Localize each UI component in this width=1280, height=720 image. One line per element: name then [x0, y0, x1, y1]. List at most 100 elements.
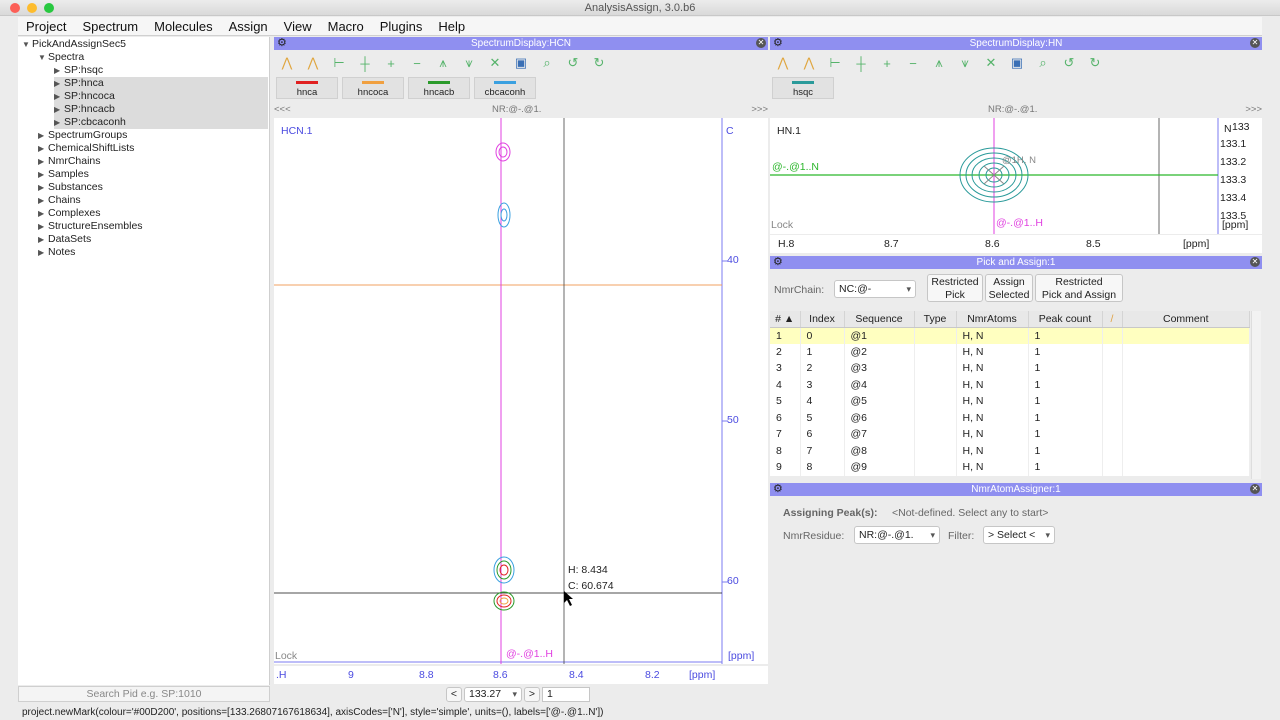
column-header[interactable]: / — [1102, 311, 1123, 328]
collapsed-arrow-icon[interactable]: ▶ — [54, 77, 64, 90]
collapsed-arrow-icon[interactable]: ▶ — [38, 207, 48, 220]
save-icon[interactable]: ▣ — [1004, 55, 1030, 71]
nav-right-arrow[interactable]: >>> — [1245, 104, 1262, 115]
collapsed-arrow-icon[interactable]: ▶ — [38, 181, 48, 194]
nav-left-arrow[interactable]: <<< — [274, 104, 291, 115]
table-row[interactable]: 9 8 @9 H, N1 — [770, 459, 1250, 476]
collapsed-arrow-icon[interactable]: ▶ — [38, 194, 48, 207]
tree-chains[interactable]: ▶ Chains — [38, 194, 81, 207]
collapsed-arrow-icon[interactable]: ▶ — [38, 233, 48, 246]
contour-down-icon[interactable]: ⩛ — [952, 55, 978, 71]
assign-selected-button[interactable]: Assign Selected — [985, 274, 1033, 302]
collapsed-arrow-icon[interactable]: ▶ — [38, 155, 48, 168]
tree-chemicalshiftlists[interactable]: ▶ ChemicalShiftLists — [38, 142, 134, 155]
tree-notes[interactable]: ▶ Notes — [38, 246, 75, 259]
tree-item-sp-hncoca[interactable]: ▶ SP:hncoca — [54, 90, 268, 103]
menu-assign[interactable]: Assign — [221, 19, 276, 34]
table-row[interactable]: 1 0 @1 H, N1 — [770, 327, 1250, 344]
tree-structureensembles[interactable]: ▶ StructureEnsembles — [38, 220, 143, 233]
minus-icon[interactable]: − — [404, 56, 430, 71]
column-header[interactable]: Peak count — [1028, 311, 1103, 328]
nav-right-arrow[interactable]: >>> — [751, 104, 768, 115]
plus-icon[interactable]: + — [378, 56, 404, 71]
left-spectrum-plot[interactable]: HCN.1 C 40 50 60 H: 8.434 C: 60.674 Lock… — [274, 118, 768, 664]
column-header[interactable]: Index — [800, 311, 845, 328]
gear-icon[interactable]: ⚙ — [773, 256, 783, 269]
plane-position-input[interactable]: 133.27 — [464, 687, 522, 702]
save-icon[interactable]: ▣ — [508, 55, 534, 71]
expanded-arrow-icon[interactable]: ▼ — [22, 38, 32, 51]
table-row[interactable]: 4 3 @4 H, N1 — [770, 376, 1250, 393]
collapsed-arrow-icon[interactable]: ▶ — [38, 168, 48, 181]
contour-up-icon[interactable]: ⩚ — [926, 55, 952, 71]
redo-icon[interactable]: ↻ — [1082, 55, 1108, 71]
table-row[interactable]: 8 7 @8 H, N1 — [770, 442, 1250, 459]
table-row[interactable]: 2 1 @2 H, N1 — [770, 343, 1250, 360]
zoom-fit-icon[interactable]: ✕ — [482, 55, 508, 71]
collapsed-arrow-icon[interactable]: ▶ — [54, 103, 64, 116]
column-header[interactable]: Sequence — [844, 311, 915, 328]
tree-complexes[interactable]: ▶ Complexes — [38, 207, 101, 220]
column-header[interactable]: NmrAtoms — [956, 311, 1029, 328]
contour-up-icon[interactable]: ⩚ — [430, 55, 456, 71]
undo-icon[interactable]: ↺ — [1056, 55, 1082, 71]
peak-pick-alt-icon[interactable]: ⋀ — [300, 55, 326, 71]
menu-molecules[interactable]: Molecules — [146, 19, 221, 34]
expanded-arrow-icon[interactable]: ▼ — [38, 51, 48, 64]
table-scrollbar[interactable] — [1251, 311, 1261, 479]
collapsed-arrow-icon[interactable]: ▶ — [38, 246, 48, 259]
search-pid-input[interactable]: Search Pid e.g. SP:1010 — [18, 686, 270, 702]
gear-icon[interactable]: ⚙ — [277, 37, 287, 50]
close-icon[interactable]: ✕ — [756, 38, 766, 48]
collapsed-arrow-icon[interactable]: ▶ — [54, 116, 64, 129]
close-icon[interactable]: ✕ — [1250, 484, 1260, 494]
zoom-fit-icon[interactable]: ✕ — [978, 55, 1004, 71]
minimize-window-icon[interactable] — [27, 3, 37, 13]
restricted-pick-assign-button[interactable]: Restricted Pick and Assign — [1035, 274, 1123, 302]
minus-icon[interactable]: − — [900, 56, 926, 71]
contour-down-icon[interactable]: ⩛ — [456, 55, 482, 71]
peak-pick-icon[interactable]: ⋀ — [770, 55, 796, 71]
collapsed-arrow-icon[interactable]: ▶ — [54, 64, 64, 77]
peak-pick-icon[interactable]: ⋀ — [274, 55, 300, 71]
tree-spectra[interactable]: ▼ Spectra — [38, 51, 84, 64]
column-header[interactable]: # ▲ — [770, 311, 801, 328]
plane-count-input[interactable]: 1 — [542, 687, 590, 702]
tree-datasets[interactable]: ▶ DataSets — [38, 233, 91, 246]
menu-help[interactable]: Help — [430, 19, 473, 34]
column-header[interactable]: Type — [914, 311, 957, 328]
toggle-icon[interactable]: ┼ — [352, 56, 378, 71]
integral-icon[interactable]: ⊢ — [326, 55, 352, 71]
toggle-icon[interactable]: ┼ — [848, 56, 874, 71]
tree-item-sp-hsqc[interactable]: ▶ SP:hsqc — [54, 64, 268, 77]
menu-view[interactable]: View — [276, 19, 320, 34]
right-spectrum-plot[interactable]: HN.1 N 133 133.1 133.2 133.3 133.4 133.5… — [770, 118, 1262, 234]
spectrum-button-hsqc[interactable]: hsqc — [772, 77, 834, 99]
close-icon[interactable]: ✕ — [1250, 38, 1260, 48]
spectrum-button-hncacb[interactable]: hncacb — [408, 77, 470, 99]
nmrresidue-select[interactable]: NR:@-.@1. — [854, 526, 940, 544]
close-window-icon[interactable] — [10, 3, 20, 13]
table-row[interactable]: 6 5 @6 H, N1 — [770, 409, 1250, 426]
table-row[interactable]: 3 2 @3 H, N1 — [770, 360, 1250, 377]
gear-icon[interactable]: ⚙ — [773, 37, 783, 50]
lock-label[interactable]: Lock — [771, 219, 793, 231]
nmrchain-select[interactable]: NC:@- — [834, 280, 916, 298]
filter-select[interactable]: > Select < — [983, 526, 1055, 544]
spectrum-button-hnca[interactable]: hnca — [276, 77, 338, 99]
gear-icon[interactable]: ⚙ — [773, 483, 783, 496]
tree-root[interactable]: ▼ PickAndAssignSec5 — [22, 38, 126, 51]
zoom-window-icon[interactable] — [44, 3, 54, 13]
table-row[interactable]: 5 4 @5 H, N1 — [770, 393, 1250, 410]
plus-icon[interactable]: + — [874, 56, 900, 71]
table-row[interactable]: 7 6 @7 H, N1 — [770, 426, 1250, 443]
lock-label[interactable]: Lock — [275, 650, 297, 662]
menu-spectrum[interactable]: Spectrum — [74, 19, 146, 34]
next-plane-button[interactable]: > — [524, 687, 540, 702]
menu-project[interactable]: Project — [18, 19, 74, 34]
menu-macro[interactable]: Macro — [320, 19, 372, 34]
peak-pick-alt-icon[interactable]: ⋀ — [796, 55, 822, 71]
spectrum-button-hncoca[interactable]: hncoca — [342, 77, 404, 99]
tree-samples[interactable]: ▶ Samples — [38, 168, 89, 181]
close-icon[interactable]: ✕ — [1250, 257, 1260, 267]
